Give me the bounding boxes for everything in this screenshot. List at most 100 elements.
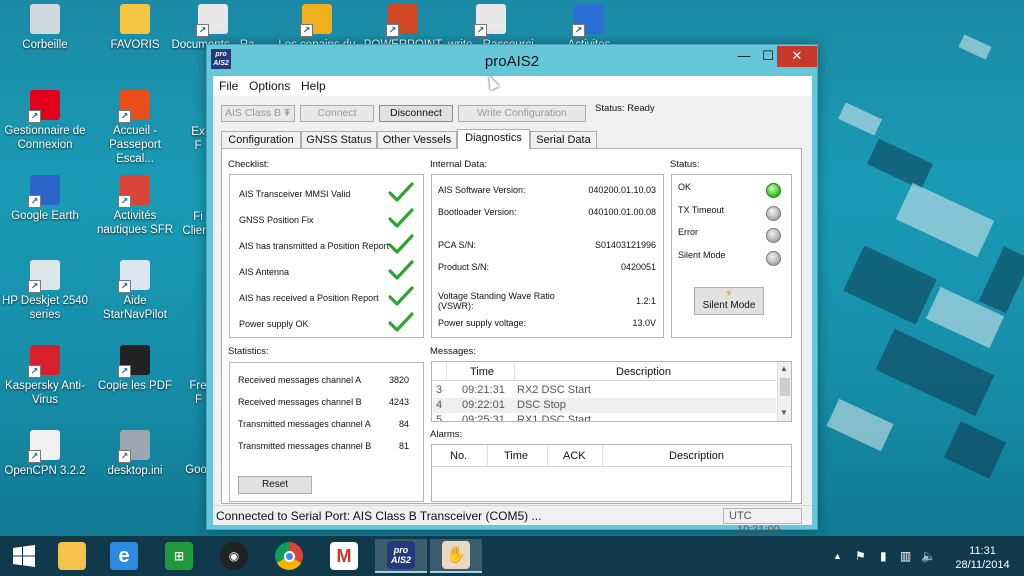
internal-data-label: PCA S/N: [438,240,477,250]
taskbar-gmail[interactable]: M [320,539,368,573]
wallpaper-shard [958,34,992,60]
battery-icon[interactable]: ▮ [880,549,887,563]
maximize-button[interactable]: ☐ [757,46,779,67]
checkmark-icon [388,234,414,254]
menu-options[interactable]: Options [249,79,290,93]
taskbar-store[interactable]: ⊞ [155,539,203,573]
statistics-value: 84 [398,419,409,429]
desktop-icon[interactable]: Gestionnaire de Connexion [0,90,90,152]
col-time[interactable]: Time [470,366,494,378]
checklist-box: AIS Transceiver MMSI Valid GNSS Position … [229,174,424,338]
google-earth-icon [28,175,60,208]
document-icon [196,4,228,37]
desktop-icon-label: OpenCPN 3.2.2 [4,465,86,477]
taskbar-app[interactable]: ✋ [430,539,482,573]
status-label: Error [678,227,698,237]
menu-file[interactable]: File [219,79,238,93]
scroll-down-icon[interactable]: ▼ [780,408,788,417]
taskbar-media[interactable]: ◉ [210,539,258,573]
connect-button[interactable]: Connect [300,105,374,122]
checklist-item-label: AIS Antenna [239,267,290,277]
col-alarm-description[interactable]: Description [669,450,724,462]
messages-scrollbar[interactable]: ▲ ▼ [777,362,791,421]
scroll-up-icon[interactable]: ▲ [780,364,788,373]
desktop-icon-label: Kaspersky Anti-Virus [5,380,85,406]
reset-button[interactable]: Reset [238,476,312,494]
col-no[interactable]: No. [450,450,467,462]
title-bar[interactable]: pro AIS2 proAIS2 — ☐ ✕ [207,45,817,76]
checkmark-icon [388,260,414,280]
wallpaper-shard [895,182,995,258]
network-icon[interactable]: ▥ [900,549,911,563]
status-led-icon [766,250,781,266]
minimize-button[interactable]: — [731,46,757,67]
alarms-table[interactable]: No. Time ACK Description [431,444,792,502]
internal-data-value: S01403121996 [594,240,656,250]
taskbar-clock[interactable]: 11:31 28/11/2014 [945,544,1020,572]
message-row[interactable]: 4 09:22:01 DSC Stop [433,398,776,413]
col-alarm-time[interactable]: Time [504,450,528,462]
desktop-icon[interactable]: FAVORIS [90,4,180,52]
checkmark-icon [388,286,414,306]
desktop-icon[interactable]: Google Earth [0,175,90,223]
port-select-value: AIS Class B T [225,107,291,119]
menu-help[interactable]: Help [301,79,326,93]
volume-icon[interactable]: 🔈 [921,549,936,563]
proais2-window: pro AIS2 proAIS2 — ☐ ✕ File Options Help… [206,44,818,536]
desktop-icon[interactable]: Kaspersky Anti-Virus [0,345,90,407]
connection-status: Connected to Serial Port: AIS Class B Tr… [216,509,542,523]
desktop-icon[interactable]: Aide StarNavPilot [90,260,180,322]
desktop-icon-label: Gestionnaire de Connexion [4,125,86,151]
port-select[interactable]: AIS Class B T ▼ [221,105,295,122]
taskbar-ie[interactable]: e [100,539,148,573]
desktop-icon-label: desktop.ini [107,465,163,477]
tray-expand-icon[interactable]: ▲ [833,551,842,561]
message-row[interactable]: 3 09:21:31 RX2 DSC Start [433,383,776,398]
status-title: Status: [670,159,700,170]
taskbar-explorer[interactable] [48,539,96,573]
status-label: TX Timeout [678,204,725,215]
desktop-icon[interactable]: Copie les PDF [90,345,180,393]
opencpn-icon [28,430,60,463]
desktop-icon[interactable]: Accueil - Passeport Escal... [90,90,180,166]
internal-data-value: 040200.01.10.03 [588,185,656,195]
message-time: 09:22:01 [462,399,505,411]
desktop-icon[interactable]: desktop.ini [90,430,180,478]
statistics-value: 81 [398,441,409,451]
col-description[interactable]: Description [616,366,671,378]
settings-file-icon [118,430,150,463]
message-no: 5 [436,414,443,422]
status-box: ⚡ Silent Mode OK TX Timeout Error Silent Mo… [671,174,792,338]
silent-mode-button[interactable]: ⚡ Silent Mode [694,287,764,315]
taskbar-proais2[interactable]: pro AIS2 [375,539,427,573]
close-button[interactable]: ✕ [777,46,817,67]
window-client: File Options Help AIS Class B T ▼ Connec… [213,76,812,536]
col-ack[interactable]: ACK [563,450,586,462]
write-configuration-button[interactable]: Write Configuration [458,105,586,122]
desktop-icon[interactable]: Activités nautiques SFR [90,175,180,237]
media-player-icon: ◉ [220,542,248,570]
start-button[interactable] [0,539,48,573]
message-desc: RX2 DSC Start [517,384,591,396]
status-led-icon [766,228,781,243]
desktop-icon[interactable]: OpenCPN 3.2.2 [0,430,90,478]
tab-other-vessels[interactable]: Other Vessels [377,131,457,148]
tab-configuration[interactable]: Configuration [221,131,301,148]
internal-data-title: Internal Data: [430,159,488,170]
messages-table[interactable]: Time Description ▲ ▼ 3 09:21:31 RX2 DSC St… [431,361,792,422]
scroll-thumb[interactable] [780,378,790,396]
action-center-icon[interactable]: ⚑ [855,549,866,563]
chrome-icon [275,542,303,570]
message-row[interactable]: 5 09:25:31 RX1 DSC Start [433,413,776,422]
tab-diagnostics[interactable]: Diagnostics [457,129,530,149]
taskbar-chrome[interactable] [265,539,313,573]
status-led-icon [766,205,781,221]
statistics-label: Transmitted messages channel B [238,441,372,451]
tab-gnss-status[interactable]: GNSS Status [301,131,377,148]
store-icon: ⊞ [165,542,193,570]
desktop-icon[interactable]: Corbeille [0,4,90,52]
desktop-icon[interactable]: HP Deskjet 2540 series [0,260,90,322]
disconnect-button[interactable]: Disconnect [379,105,453,122]
tab-serial-data[interactable]: Serial Data [530,131,597,148]
desktop-icon-label: Aide StarNavPilot [103,295,167,321]
